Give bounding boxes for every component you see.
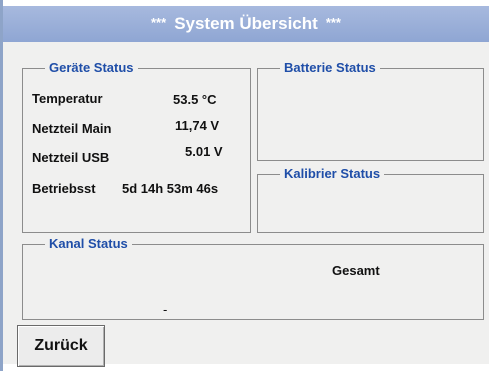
geraete-status-legend: Geräte Status: [45, 60, 138, 75]
kalibrier-status-legend: Kalibrier Status: [280, 166, 385, 181]
kalibrier-status-group: Kalibrier Status: [257, 166, 484, 233]
batterie-status-group: Batterie Status: [257, 60, 484, 161]
temperatur-label: Temperatur: [32, 91, 103, 106]
kanal-status-group: Kanal Status Gesamt -: [22, 236, 484, 320]
title-bar: *** System Übersicht ***: [3, 6, 489, 42]
batterie-status-legend: Batterie Status: [280, 60, 380, 75]
temperatur-value: 53.5 °C: [173, 92, 217, 107]
netzteil-main-value: 11,74 V: [175, 118, 220, 133]
kanal-status-value: -: [163, 302, 168, 317]
title-stars-left: ***: [151, 14, 167, 30]
geraete-status-group: Geräte Status Temperatur 53.5 °C Netztei…: [22, 60, 251, 233]
netzteil-main-label: Netzteil Main: [32, 121, 112, 136]
back-button[interactable]: Zurück: [17, 325, 105, 367]
page-title: System Übersicht: [174, 14, 318, 33]
betriebsstunden-value: 5d 14h 53m 46s: [122, 181, 219, 196]
content-panel: Geräte Status Temperatur 53.5 °C Netztei…: [3, 42, 489, 364]
title-stars-right: ***: [325, 14, 341, 30]
netzteil-usb-value: 5.01 V: [185, 144, 223, 159]
netzteil-usb-label: Netzteil USB: [32, 150, 110, 165]
kanal-status-legend: Kanal Status: [45, 236, 132, 251]
betriebsstunden-label: Betriebsst: [32, 181, 96, 196]
gesamt-label: Gesamt: [332, 263, 380, 278]
